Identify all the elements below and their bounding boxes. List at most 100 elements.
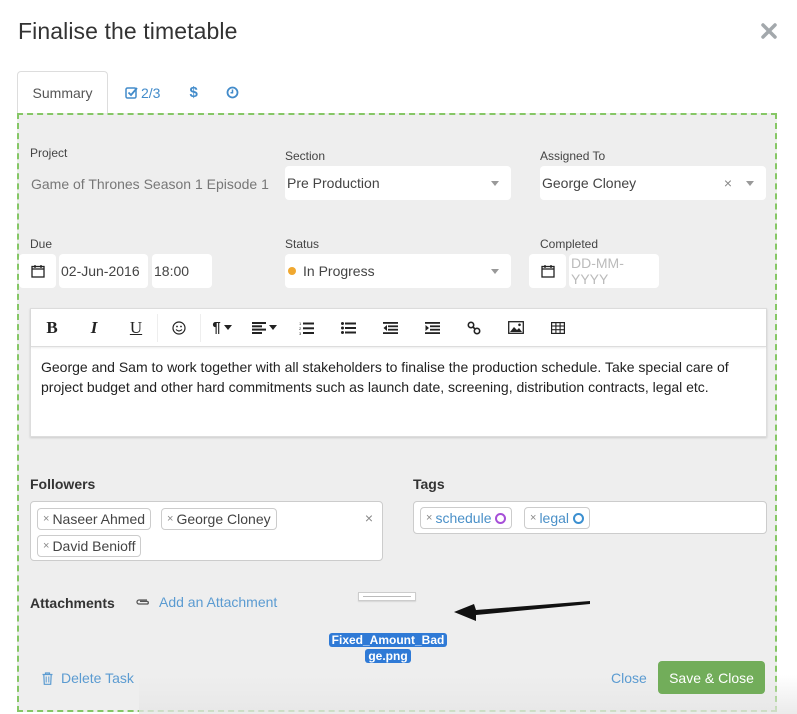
calendar-icon <box>30 265 45 278</box>
assigned-to-select[interactable]: George Cloney × <box>540 166 766 200</box>
editor-toolbar: B I U ¶ 123 <box>31 309 766 347</box>
bold-button[interactable]: B <box>31 309 73 347</box>
indent-icon <box>424 321 440 334</box>
bold-icon: B <box>46 317 58 337</box>
clear-all-icon[interactable]: × <box>365 510 373 526</box>
delete-task-button[interactable]: Delete Task <box>42 670 134 686</box>
project-value: Game of Thrones Season 1 Episode 1 <box>31 176 269 192</box>
tab-checklist-label: 2/3 <box>141 84 161 101</box>
tab-cost[interactable]: $ <box>175 71 211 114</box>
remove-icon[interactable]: × <box>167 513 173 525</box>
add-attachment-link[interactable]: Add an Attachment <box>135 594 277 610</box>
remove-icon[interactable]: × <box>43 540 49 552</box>
smiley-icon <box>172 320 186 335</box>
tab-bar: Summary 2/3 $ <box>17 71 253 114</box>
due-time-input[interactable]: 18:00 <box>152 254 212 288</box>
tags-input[interactable]: × schedule × legal <box>413 501 767 534</box>
tab-time[interactable] <box>212 71 253 114</box>
paragraph-format-button[interactable]: ¶ <box>201 309 243 347</box>
dragging-file-name-line2: ge.png <box>365 649 411 663</box>
tag-color-icon <box>495 512 507 524</box>
align-button[interactable] <box>243 309 285 347</box>
table-icon <box>551 321 565 334</box>
assigned-to-value: George Cloney <box>542 175 637 191</box>
followers-label: Followers <box>30 476 96 492</box>
drag-preview-thumbnail <box>358 592 416 601</box>
follower-name: George Cloney <box>176 511 271 527</box>
ordered-list-icon: 123 <box>299 321 314 335</box>
link-icon <box>467 320 481 335</box>
dragging-file-name-line1: Fixed_Amount_Bad <box>328 633 448 647</box>
completed-label: Completed <box>540 237 599 251</box>
follower-chip: × George Cloney <box>161 508 277 530</box>
status-label: Status <box>285 237 320 251</box>
section-label: Section <box>285 149 326 163</box>
tags-label: Tags <box>413 476 445 492</box>
tab-summary[interactable]: Summary <box>17 71 108 114</box>
tag-color-icon <box>573 512 585 524</box>
checkbox-icon <box>125 86 138 99</box>
add-attachment-label: Add an Attachment <box>159 594 278 610</box>
followers-input[interactable]: × Naseer Ahmed × George Cloney × David B… <box>30 501 383 561</box>
chevron-down-icon <box>491 181 499 186</box>
clear-icon[interactable]: × <box>724 175 732 191</box>
image-button[interactable] <box>495 309 537 347</box>
chevron-down-icon <box>746 181 754 186</box>
remove-icon[interactable]: × <box>530 512 536 524</box>
unordered-list-icon <box>340 321 356 334</box>
close-icon[interactable] <box>760 22 778 40</box>
section-value: Pre Production <box>287 175 380 191</box>
status-value: In Progress <box>303 263 375 279</box>
align-left-icon <box>251 321 266 334</box>
due-calendar-button[interactable] <box>19 254 56 288</box>
tag-name: legal <box>539 510 570 526</box>
summary-panel: Project Game of Thrones Season 1 Episode… <box>17 113 797 714</box>
emoji-button[interactable] <box>158 309 200 347</box>
assigned-to-label: Assigned To <box>540 149 606 163</box>
close-button[interactable]: Close <box>611 670 647 686</box>
italic-button[interactable]: I <box>73 309 115 347</box>
svg-text:3: 3 <box>299 331 302 335</box>
follower-chip: × Naseer Ahmed <box>37 508 152 530</box>
tag-chip: × schedule <box>420 507 513 529</box>
clock-icon <box>226 86 239 99</box>
dragging-file-label: Fixed_Amount_Bad ge.png <box>328 632 448 664</box>
table-button[interactable] <box>537 309 579 347</box>
tag-name: schedule <box>435 510 492 526</box>
underline-icon: U <box>129 317 143 337</box>
outdent-icon <box>382 321 398 334</box>
link-button[interactable] <box>453 309 495 347</box>
tab-summary-label: Summary <box>32 85 93 101</box>
due-label: Due <box>30 237 53 251</box>
indent-button[interactable] <box>411 309 453 347</box>
follower-chip: × David Benioff <box>37 535 142 557</box>
calendar-icon <box>540 265 555 278</box>
project-label: Project <box>30 146 68 160</box>
due-date-input[interactable]: 02-Jun-2016 <box>59 254 148 288</box>
status-select[interactable]: In Progress <box>285 254 511 288</box>
underline-button[interactable]: U <box>115 309 157 347</box>
completed-date-input[interactable]: DD-MM-YYYY <box>569 254 659 288</box>
remove-icon[interactable]: × <box>43 513 49 525</box>
outdent-button[interactable] <box>369 309 411 347</box>
ordered-list-button[interactable]: 123 <box>285 309 327 347</box>
tag-chip: × legal <box>524 507 591 529</box>
description-editor: B I U ¶ 123 George and Sam to work toget… <box>30 308 767 437</box>
paragraph-icon: ¶ <box>212 319 221 336</box>
arrow-annotation-icon <box>454 601 590 621</box>
completed-calendar-button[interactable] <box>529 254 566 288</box>
dollar-icon: $ <box>189 84 198 101</box>
tab-checklist[interactable]: 2/3 <box>110 71 175 114</box>
follower-name: David Benioff <box>52 538 136 554</box>
save-and-close-button[interactable]: Save & Close <box>658 661 765 694</box>
unordered-list-button[interactable] <box>327 309 369 347</box>
section-select[interactable]: Pre Production <box>285 166 511 200</box>
description-text[interactable]: George and Sam to work together with all… <box>31 347 766 407</box>
trash-icon <box>42 671 53 685</box>
dialog-title: Finalise the timetable <box>18 18 238 44</box>
chevron-down-icon <box>268 325 277 330</box>
status-dot-icon <box>288 267 296 275</box>
follower-name: Naseer Ahmed <box>52 511 146 527</box>
attachments-label: Attachments <box>30 595 115 611</box>
remove-icon[interactable]: × <box>426 512 432 524</box>
